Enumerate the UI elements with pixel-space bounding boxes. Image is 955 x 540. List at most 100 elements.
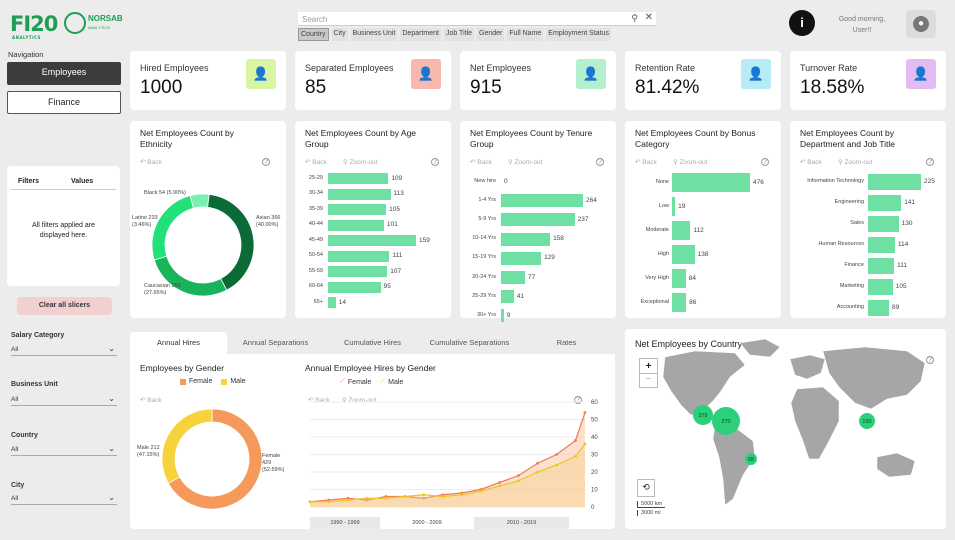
chip-department[interactable]: Department bbox=[400, 28, 441, 41]
help-icon[interactable]: ? bbox=[596, 158, 604, 166]
point-male[interactable] bbox=[555, 463, 558, 467]
bar[interactable] bbox=[328, 173, 389, 184]
back-button[interactable]: ↶ Back bbox=[470, 158, 492, 166]
bar[interactable] bbox=[328, 204, 387, 215]
bar[interactable] bbox=[328, 297, 336, 308]
tab-rates[interactable]: Rates bbox=[518, 332, 615, 354]
avatar[interactable]: ● bbox=[906, 10, 936, 38]
bar[interactable] bbox=[328, 266, 388, 277]
slice-black[interactable] bbox=[189, 193, 210, 209]
world-map[interactable]: 379 270 68 150 bbox=[625, 329, 946, 529]
point-female[interactable] bbox=[574, 439, 577, 442]
point-female[interactable] bbox=[536, 461, 539, 465]
bar[interactable] bbox=[501, 213, 575, 227]
search-icon[interactable]: ⚲ bbox=[631, 13, 638, 24]
point-male[interactable] bbox=[422, 493, 426, 497]
back-button[interactable]: ↶ Back bbox=[305, 158, 327, 166]
salary-category-select[interactable]: All ⌄ bbox=[11, 344, 117, 356]
bar-value-label: 237 bbox=[577, 215, 589, 223]
chip-gender[interactable]: Gender bbox=[477, 28, 505, 41]
point-male[interactable] bbox=[441, 495, 445, 498]
point-male[interactable] bbox=[536, 470, 539, 474]
point-male[interactable] bbox=[365, 496, 369, 500]
chip-job-title[interactable]: Job Title bbox=[443, 28, 475, 41]
point-male[interactable] bbox=[403, 495, 407, 498]
bar[interactable] bbox=[501, 271, 525, 284]
tab-cumulative-separations[interactable]: Cumulative Separations bbox=[421, 332, 518, 354]
point-female[interactable] bbox=[517, 474, 521, 477]
chip-business-unit[interactable]: Business Unit bbox=[350, 28, 398, 41]
bar[interactable] bbox=[868, 195, 902, 211]
help-icon[interactable]: ? bbox=[431, 158, 439, 166]
bar[interactable] bbox=[868, 258, 895, 274]
bar[interactable] bbox=[672, 197, 676, 216]
slice-latino[interactable] bbox=[151, 195, 194, 261]
tab-annual-separations[interactable]: Annual Separations bbox=[227, 332, 324, 354]
bar[interactable] bbox=[501, 309, 504, 323]
bar[interactable] bbox=[868, 237, 895, 253]
bar[interactable] bbox=[328, 281, 381, 293]
bar[interactable] bbox=[501, 290, 514, 304]
back-button[interactable]: ↶ Back bbox=[635, 158, 657, 166]
point-male[interactable] bbox=[346, 498, 350, 502]
search-input[interactable]: Search ⚲ ✕ bbox=[298, 12, 656, 26]
close-icon[interactable]: ✕ bbox=[645, 12, 653, 23]
back-button[interactable]: ↶ Back bbox=[800, 158, 822, 166]
zoom-out-button[interactable]: ⚲ Zoom-out bbox=[508, 158, 542, 166]
bar[interactable] bbox=[501, 232, 551, 246]
city-select[interactable]: All ⌄ bbox=[11, 493, 117, 505]
bar[interactable] bbox=[501, 194, 583, 208]
bar-value-label: 105 bbox=[895, 283, 907, 290]
reset-view-icon[interactable]: ⟲ bbox=[637, 479, 655, 497]
bar[interactable] bbox=[328, 250, 390, 262]
bar-category-label: 20-24 Yrs bbox=[472, 273, 496, 280]
zoom-out-button[interactable]: ⚲ Zoom-out bbox=[673, 158, 707, 166]
kpi-hired-employees: Hired Employees 1000 👤 bbox=[130, 51, 286, 110]
zoom-out-button[interactable]: ⚲ Zoom-out bbox=[343, 158, 377, 166]
point-female[interactable] bbox=[555, 453, 558, 456]
point-male[interactable] bbox=[327, 500, 331, 504]
point-female[interactable] bbox=[583, 411, 587, 414]
bar-category-label: Information Technology bbox=[807, 178, 864, 184]
country-select[interactable]: All ⌄ bbox=[11, 444, 117, 456]
chip-city[interactable]: City bbox=[331, 28, 348, 41]
zoom-out-button[interactable]: ⚲ Zoom-out bbox=[838, 158, 872, 166]
bar[interactable] bbox=[672, 269, 686, 288]
bar[interactable] bbox=[328, 188, 391, 200]
bar[interactable] bbox=[328, 235, 416, 246]
chip-full-name[interactable]: Full Name bbox=[507, 28, 544, 41]
point-male[interactable] bbox=[384, 496, 388, 500]
business-unit-select[interactable]: All ⌄ bbox=[11, 394, 117, 406]
bar[interactable] bbox=[672, 293, 687, 312]
employees-nav-button[interactable]: Employees bbox=[7, 62, 121, 85]
bar[interactable] bbox=[328, 219, 384, 231]
bar[interactable] bbox=[868, 216, 899, 232]
bar[interactable] bbox=[672, 173, 750, 192]
bar[interactable] bbox=[868, 300, 889, 316]
point-female[interactable] bbox=[498, 481, 502, 484]
point-male[interactable] bbox=[479, 489, 483, 493]
zoom-out-button[interactable]: − bbox=[639, 373, 658, 388]
bar[interactable] bbox=[672, 245, 695, 264]
clear-slicers-button[interactable]: Clear all slicers bbox=[17, 297, 112, 315]
chip-employment-status[interactable]: Employment Status bbox=[546, 28, 611, 41]
slice-asian[interactable] bbox=[207, 193, 255, 291]
point-male[interactable] bbox=[308, 500, 312, 504]
chip-country[interactable]: Country bbox=[298, 28, 329, 41]
help-icon[interactable]: ? bbox=[926, 158, 934, 166]
bar[interactable] bbox=[672, 221, 691, 240]
help-icon[interactable]: ? bbox=[761, 158, 769, 166]
point-male[interactable] bbox=[517, 479, 521, 483]
point-male[interactable] bbox=[498, 484, 502, 488]
point-male[interactable] bbox=[574, 454, 577, 458]
point-male[interactable] bbox=[460, 493, 464, 497]
bar-category-label: 30+ Yrs bbox=[476, 311, 496, 318]
info-icon[interactable]: i bbox=[789, 10, 815, 36]
tab-cumulative-hires[interactable]: Cumulative Hires bbox=[324, 332, 421, 354]
point-male[interactable] bbox=[583, 442, 587, 446]
bar[interactable] bbox=[868, 174, 921, 190]
bar[interactable] bbox=[501, 251, 542, 265]
tab-annual-hires[interactable]: Annual Hires bbox=[130, 332, 227, 354]
finance-nav-button[interactable]: Finance bbox=[7, 91, 121, 114]
bar[interactable] bbox=[868, 279, 893, 295]
